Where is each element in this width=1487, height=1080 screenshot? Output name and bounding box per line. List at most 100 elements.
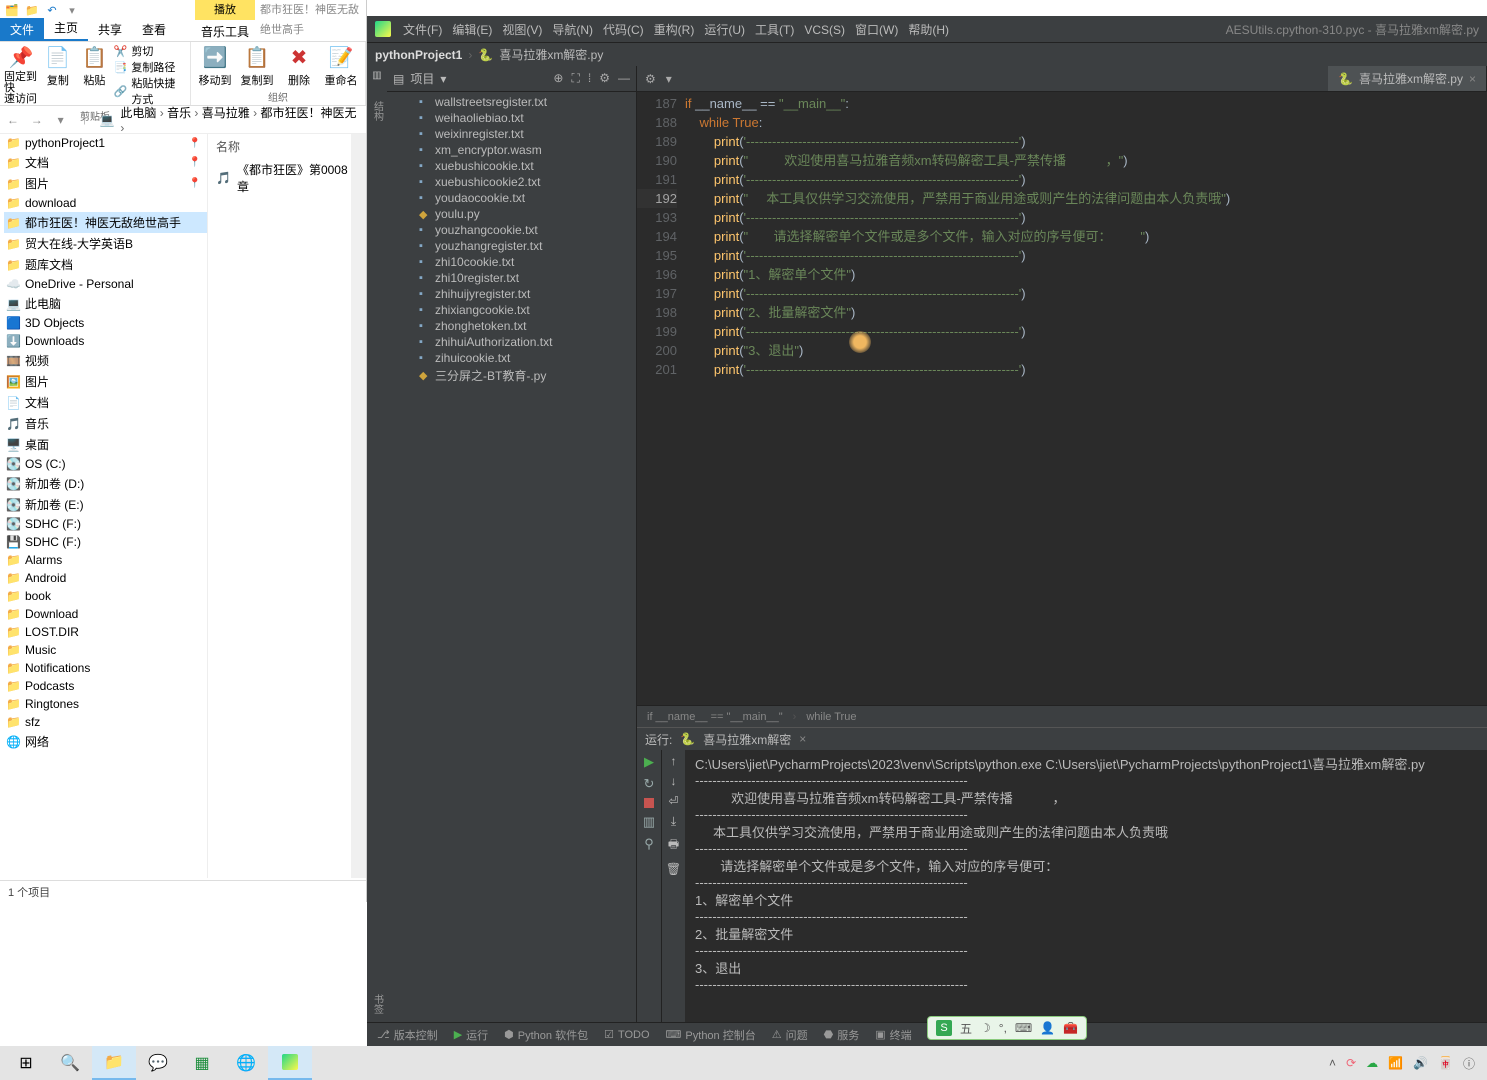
edge-taskbar-button[interactable]: 🌐 (224, 1046, 268, 1080)
tree-item[interactable]: 📁贸大在线-大学英语B (4, 233, 207, 254)
project-file[interactable]: ▪zhihuijyregister.txt (387, 286, 636, 302)
soft-wrap-icon[interactable]: ⏎ (668, 794, 678, 808)
menu-item[interactable]: 文件(F) (403, 23, 442, 37)
wifi-tray-icon[interactable]: 📶 (1388, 1056, 1403, 1070)
menu-item[interactable]: 导航(N) (552, 23, 593, 37)
tray-chevron-icon[interactable]: ˄ (1329, 1056, 1336, 1070)
tree-item[interactable]: 📁文档📍 (4, 152, 207, 173)
navigation-tree[interactable]: 📁pythonProject1📍📁文档📍📁图片📍📁download📁都市狂医！神… (0, 134, 208, 878)
structure-tool-label[interactable]: 结构 (370, 101, 385, 121)
pin-icon[interactable]: ⚲ (644, 836, 654, 852)
tree-item[interactable]: 📁Music (4, 641, 207, 659)
file-listing[interactable]: 名称 🎵 《都市狂医》第0008章 (208, 134, 366, 878)
sync-icon[interactable]: ⟳ (1346, 1056, 1356, 1070)
run-config-name[interactable]: 喜马拉雅xm解密 (703, 731, 791, 748)
project-file[interactable]: ▪youzhangcookie.txt (387, 222, 636, 238)
ime-toolbar[interactable]: S 五 ☽ °, ⌨ 👤 🧰 (927, 1016, 1087, 1040)
cut-button[interactable]: ✂️剪切 (114, 44, 186, 60)
tab-home[interactable]: 主页 (44, 16, 88, 41)
dropdown-icon[interactable]: ▾ (440, 72, 446, 86)
tree-item[interactable]: 🟦3D Objects (4, 314, 207, 332)
navigation-bar[interactable]: pythonProject1 › 🐍 喜马拉雅xm解密.py (367, 42, 1487, 66)
tree-item[interactable]: 📁book (4, 587, 207, 605)
paste-button[interactable]: 📋粘贴 (77, 44, 112, 108)
copy-path-button[interactable]: 📑复制路径 (114, 60, 186, 76)
bookmarks-tool-label[interactable]: 书签 (370, 994, 385, 1014)
person-icon[interactable]: 👤 (1040, 1021, 1055, 1035)
project-file[interactable]: ▪weihaoliebiao.txt (387, 110, 636, 126)
code-editor[interactable]: 1871881891901911921931941951961971981992… (637, 92, 1487, 705)
packages-tool-button[interactable]: ⬢Python 软件包 (504, 1027, 588, 1043)
gear-icon[interactable]: ⚙ (645, 72, 656, 86)
project-file[interactable]: ▪zihuicookie.txt (387, 350, 636, 366)
punct-icon[interactable]: °, (999, 1021, 1007, 1035)
rename-button[interactable]: 📝重命名 (321, 44, 361, 88)
stop-icon[interactable] (644, 798, 654, 808)
hide-icon[interactable]: — (618, 71, 630, 86)
menu-item[interactable]: 视图(V) (502, 23, 542, 37)
system-tray[interactable]: ˄ ⟳ ☁ 📶 🔊 🀄 ⓘ (1329, 1055, 1483, 1072)
project-file[interactable]: ▪weixinregister.txt (387, 126, 636, 142)
explorer-taskbar-button[interactable]: 📁 (92, 1046, 136, 1080)
terminal-tool-button[interactable]: ▣终端 (875, 1027, 911, 1043)
tree-item[interactable]: 📁download (4, 194, 207, 212)
tree-item[interactable]: 🖥️桌面 (4, 434, 207, 455)
tree-item[interactable]: 📁pythonProject1📍 (4, 134, 207, 152)
breadcrumb[interactable]: 此电脑音乐喜马拉雅都市狂医！神医无 (120, 104, 362, 135)
menu-item[interactable]: 窗口(W) (855, 23, 898, 37)
volume-tray-icon[interactable]: 🔊 (1413, 1056, 1428, 1070)
project-file[interactable]: ▪zhixiangcookie.txt (387, 302, 636, 318)
menu-item[interactable]: 帮助(H) (908, 23, 949, 37)
up-button[interactable]: ↑ (76, 113, 94, 127)
menu-item[interactable]: 编辑(E) (452, 23, 492, 37)
menu-item[interactable]: VCS(S) (804, 23, 845, 37)
file-crumb[interactable]: 喜马拉雅xm解密.py (499, 46, 603, 63)
tree-item[interactable]: 🎵音乐 (4, 413, 207, 434)
editor-tab[interactable]: 🐍 喜马拉雅xm解密.py × (1328, 66, 1487, 91)
music-tools-context-tab[interactable]: 播放 (195, 0, 255, 20)
tree-item[interactable]: 📁LOST.DIR (4, 623, 207, 641)
copy-to-button[interactable]: 📋复制到 (237, 44, 277, 88)
menu-item[interactable]: 重构(R) (654, 23, 695, 37)
toolbox-icon[interactable]: 🧰 (1063, 1021, 1078, 1035)
crumb-if[interactable]: if __name__ == "__main__" (647, 711, 783, 723)
tree-item[interactable]: 📁Download (4, 605, 207, 623)
folder-icon[interactable]: 📁 (24, 2, 40, 18)
scroll-to-end-icon[interactable]: ⤓ (671, 814, 676, 829)
tree-item[interactable]: 📁都市狂医！神医无敌绝世高手 (4, 212, 207, 233)
left-tool-gutter[interactable]: ▥ 结构 书签 (367, 66, 387, 1022)
rerun-icon[interactable]: ▶ (644, 754, 654, 770)
project-file[interactable]: ▪xuebushicookie.txt (387, 158, 636, 174)
tree-item[interactable]: 📁Ringtones (4, 695, 207, 713)
excel-taskbar-button[interactable]: ▦ (180, 1046, 224, 1080)
project-file[interactable]: ▪xuebushicookie2.txt (387, 174, 636, 190)
collapse-icon[interactable]: ⁞ (588, 71, 591, 86)
copy-button[interactable]: 📄复制 (41, 44, 76, 108)
close-run-tab-icon[interactable]: × (799, 732, 806, 746)
tree-item[interactable]: 📁题库文档 (4, 254, 207, 275)
project-file[interactable]: ▪zhi10cookie.txt (387, 254, 636, 270)
project-tree[interactable]: ▪wallstreetsregister.txt▪weihaoliebiao.t… (387, 92, 636, 1022)
tree-item[interactable]: 📄文档 (4, 392, 207, 413)
forward-button[interactable]: → (28, 113, 46, 127)
info-tray-icon[interactable]: ⓘ (1463, 1055, 1475, 1072)
down-icon[interactable]: ↓ (671, 774, 677, 788)
tree-item[interactable]: 🎞️视频 (4, 350, 207, 371)
project-file[interactable]: ▪zhi10register.txt (387, 270, 636, 286)
console-output[interactable]: C:\Users\jiet\PycharmProjects\2023\venv\… (685, 750, 1487, 1022)
tab-share[interactable]: 共享 (88, 18, 132, 41)
delete-button[interactable]: ✖删除 (279, 44, 319, 88)
start-button[interactable]: ⊞ (4, 1046, 48, 1080)
python-console-button[interactable]: ⌨Python 控制台 (666, 1027, 756, 1043)
project-file[interactable]: ◆youlu.py (387, 206, 636, 222)
services-tool-button[interactable]: ⬣服务 (824, 1027, 860, 1043)
ime-mode-label[interactable]: 五 (960, 1020, 972, 1037)
layout-icon[interactable]: ▥ (643, 814, 655, 830)
list-item[interactable]: 🎵 《都市狂医》第0008章 (208, 159, 366, 197)
recent-dropdown-icon[interactable]: ▾ (52, 113, 70, 127)
project-file[interactable]: ▪youzhangregister.txt (387, 238, 636, 254)
project-panel-header[interactable]: ▤ 项目 ▾ ⊕ ⛶ ⁞ ⚙ — (387, 66, 636, 92)
this-pc-node[interactable]: 💻此电脑 (4, 293, 207, 314)
tree-item[interactable]: ⬇️Downloads (4, 332, 207, 350)
print-icon[interactable]: 🖶 (668, 835, 679, 856)
